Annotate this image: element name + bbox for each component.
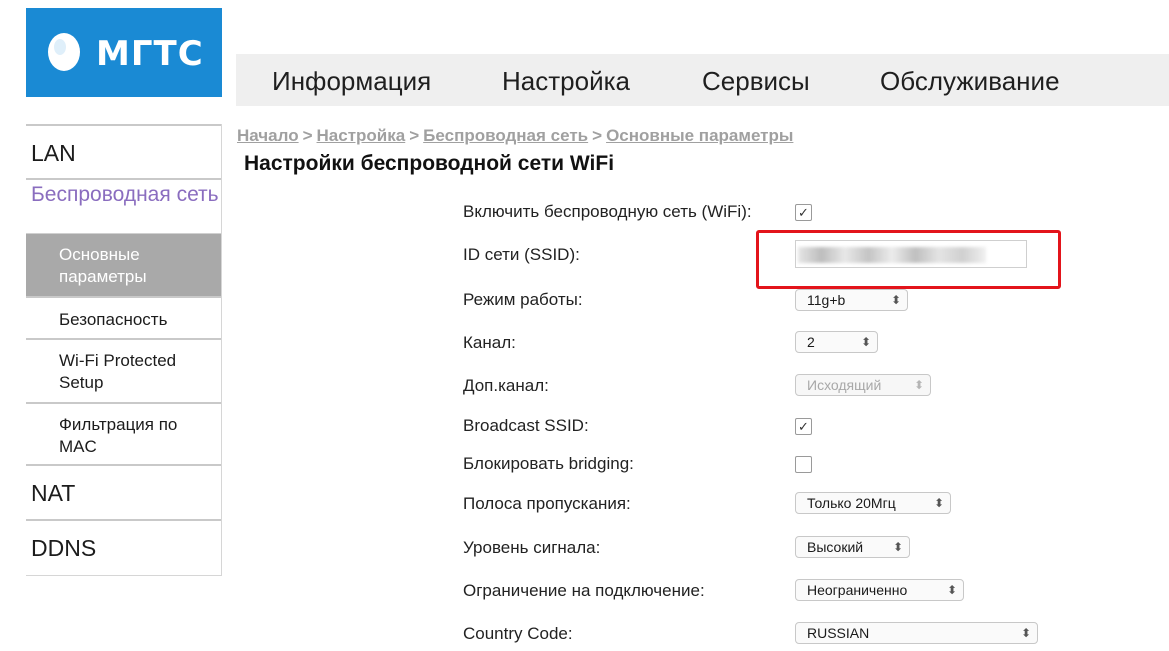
sidebar-item-label: Основные параметры xyxy=(59,245,147,286)
block-bridging-checkbox[interactable] xyxy=(795,456,812,473)
ext-channel-label: Доп.канал: xyxy=(463,376,549,395)
sidebar: LAN Беспроводная сеть Основные параметры… xyxy=(26,124,222,576)
sidebar-item-label: DDNS xyxy=(31,535,97,561)
updown-chevron-icon: ⬍ xyxy=(892,540,903,554)
sidebar-subitem-wps[interactable]: Wi-Fi Protected Setup xyxy=(26,340,221,404)
bandwidth-label: Полоса пропускания: xyxy=(463,494,631,513)
sidebar-item-ddns[interactable]: DDNS xyxy=(26,521,221,576)
channel-select[interactable]: 2 ⬍ xyxy=(795,331,878,353)
sidebar-item-nat[interactable]: NAT xyxy=(26,466,221,521)
updown-chevron-icon: ⬍ xyxy=(933,496,944,510)
enable-wifi-label: Включить беспроводную сеть (WiFi): xyxy=(463,202,752,221)
ext-channel-select: Исходящий ⬍ xyxy=(795,374,931,396)
signal-level-label: Уровень сигнала: xyxy=(463,538,601,557)
sidebar-subitem-basic[interactable]: Основные параметры xyxy=(26,234,221,298)
egg-logo-icon xyxy=(48,33,80,71)
sidebar-item-label: NAT xyxy=(31,480,76,506)
updown-chevron-icon: ⬍ xyxy=(860,335,871,349)
mode-label: Режим работы: xyxy=(463,290,583,309)
ssid-highlight-box xyxy=(756,230,1061,289)
nav-settings[interactable]: Настройка xyxy=(502,66,630,97)
country-code-select[interactable]: RUSSIAN ⬍ xyxy=(795,622,1038,644)
block-bridging-label: Блокировать bridging: xyxy=(463,454,634,473)
sidebar-item-label: Беспроводная сеть xyxy=(31,183,219,206)
sidebar-item-lan[interactable]: LAN xyxy=(26,124,221,180)
broadcast-ssid-label: Broadcast SSID: xyxy=(463,416,589,435)
breadcrumb-basic[interactable]: Основные параметры xyxy=(606,126,793,145)
sidebar-item-label: LAN xyxy=(31,140,76,166)
ssid-label: ID сети (SSID): xyxy=(463,245,580,264)
updown-chevron-icon: ⬍ xyxy=(890,293,901,307)
sidebar-subitem-security[interactable]: Безопасность xyxy=(26,298,221,340)
connection-limit-value: Неограниченно xyxy=(807,582,908,598)
signal-level-select[interactable]: Высокий ⬍ xyxy=(795,536,910,558)
breadcrumb-separator: > xyxy=(302,126,313,145)
updown-chevron-icon: ⬍ xyxy=(1020,626,1031,640)
updown-chevron-icon: ⬍ xyxy=(913,378,924,392)
sidebar-subitem-mac-filter[interactable]: Фильтрация по MAC xyxy=(26,404,221,466)
breadcrumb-home[interactable]: Начало xyxy=(237,126,299,145)
broadcast-ssid-checkbox[interactable]: ✓ xyxy=(795,418,812,435)
breadcrumb: Начало > Настройка > Беспроводная сеть > Основ… xyxy=(237,126,793,146)
sidebar-item-label: Безопасность xyxy=(59,310,168,329)
mode-select[interactable]: 11g+b ⬍ xyxy=(795,289,908,311)
sidebar-item-label: Фильтрация по MAC xyxy=(59,415,178,456)
nav-info[interactable]: Информация xyxy=(272,66,431,97)
bandwidth-select[interactable]: Только 20Мгц ⬍ xyxy=(795,492,951,514)
country-code-value: RUSSIAN xyxy=(807,625,870,641)
signal-level-value: Высокий xyxy=(807,539,864,555)
sidebar-item-wireless[interactable]: Беспроводная сеть xyxy=(26,180,221,234)
brand-logo: МГТС xyxy=(26,8,222,97)
ext-channel-value: Исходящий xyxy=(807,377,882,393)
nav-maintenance[interactable]: Обслуживание xyxy=(880,66,1060,97)
connection-limit-label: Ограничение на подключение: xyxy=(463,581,705,600)
checkmark-icon: ✓ xyxy=(798,419,809,434)
breadcrumb-separator: > xyxy=(592,126,603,145)
page-title: Настройки беспроводной сети WiFi xyxy=(244,152,615,175)
breadcrumb-separator: > xyxy=(409,126,420,145)
top-navigation: Информация Настройка Сервисы Обслуживани… xyxy=(236,54,1169,106)
bandwidth-value: Только 20Мгц xyxy=(807,495,896,511)
enable-wifi-checkbox[interactable]: ✓ xyxy=(795,204,812,221)
breadcrumb-wireless[interactable]: Беспроводная сеть xyxy=(423,126,588,145)
sidebar-item-label: Wi-Fi Protected Setup xyxy=(59,351,177,392)
brand-name: МГТС xyxy=(96,34,204,74)
breadcrumb-settings[interactable]: Настройка xyxy=(317,126,406,145)
nav-services[interactable]: Сервисы xyxy=(702,66,810,97)
checkmark-icon: ✓ xyxy=(798,205,809,220)
updown-chevron-icon: ⬍ xyxy=(946,583,957,597)
channel-value: 2 xyxy=(807,334,815,350)
mode-value: 11g+b xyxy=(807,292,846,308)
connection-limit-select[interactable]: Неограниченно ⬍ xyxy=(795,579,964,601)
channel-label: Канал: xyxy=(463,333,516,352)
country-code-label: Country Code: xyxy=(463,624,573,643)
